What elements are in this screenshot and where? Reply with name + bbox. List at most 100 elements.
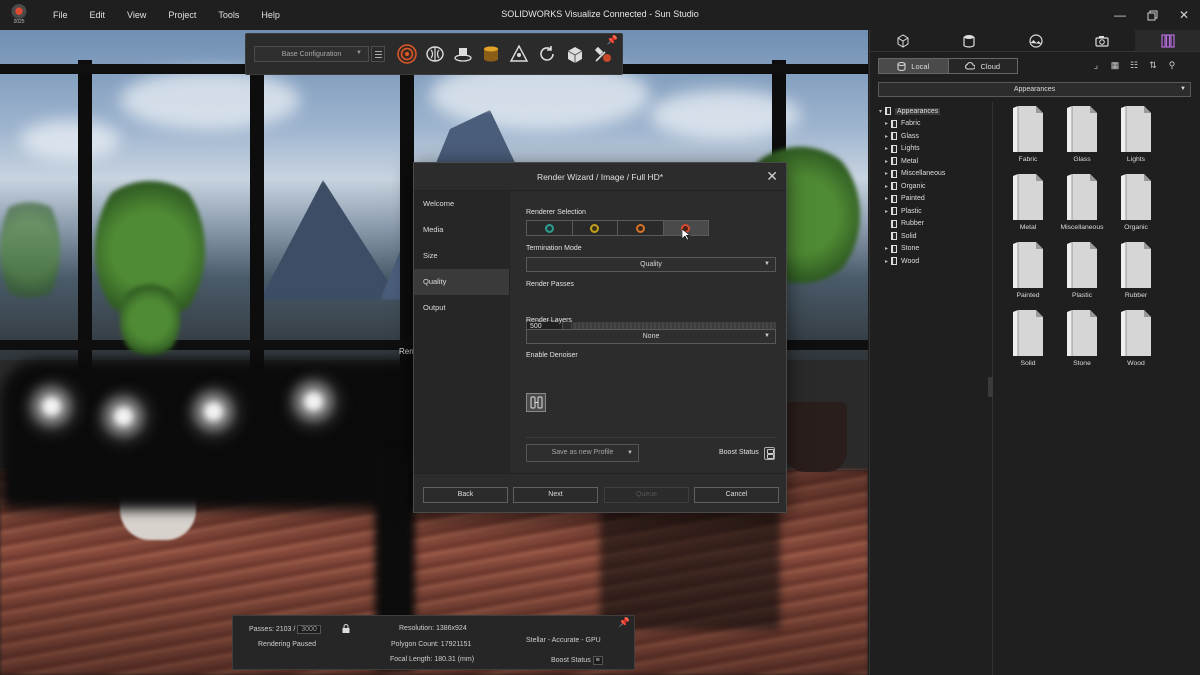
tree-item[interactable]: Rubber [882,218,986,231]
save-profile-button[interactable]: Save as new Profile ▼ [526,444,639,462]
tree-item[interactable]: ▸ Painted [882,193,986,206]
chevron-right-icon[interactable]: ▸ [882,133,891,140]
new-folder-icon[interactable]: ⌟ [1090,59,1102,71]
category-select[interactable]: Appearances ▼ [878,82,1191,97]
tree-item-label: Solid [901,232,917,240]
appearance-thumbnail[interactable]: Rubber [1109,241,1163,299]
appearance-thumbnail[interactable]: Glass [1055,105,1109,163]
chevron-down-icon: ▼ [764,261,770,267]
renderer-fast-button[interactable] [572,221,618,235]
chevron-down-icon: ▼ [356,50,362,56]
appearance-thumbnail[interactable]: Plastic [1055,241,1109,299]
tree-item-appearances[interactable]: ▾ Appearances [876,105,986,118]
tree-item[interactable]: ▸ Miscellaneous [882,168,986,181]
passes-total[interactable]: 3000 [297,625,321,634]
environments-icon[interactable] [1002,30,1068,51]
termination-mode-select[interactable]: Quality ▼ [526,257,776,272]
chevron-down-icon[interactable]: ▾ [876,108,885,115]
local-cloud-toggle: Local Cloud [878,58,1018,74]
chevron-right-icon[interactable]: ▸ [882,145,891,152]
render-target-icon[interactable] [395,42,419,66]
chevron-right-icon[interactable]: ▸ [882,195,891,202]
turntable-icon[interactable] [451,42,475,66]
tree-item[interactable]: ▸ Metal [882,155,986,168]
appearance-thumbnail[interactable]: Painted [1001,241,1055,299]
tree-item[interactable]: ▸ Fabric [882,118,986,131]
queue-button[interactable]: Queue [604,487,689,503]
nav-output[interactable]: Output [414,295,509,321]
cloud-tab[interactable]: Cloud [947,59,1017,73]
chevron-right-icon[interactable]: ▸ [882,208,891,215]
tree-item[interactable]: ▸ Plastic [882,205,986,218]
sort-icon[interactable]: ⇅ [1147,59,1159,71]
cameras-icon[interactable] [1069,30,1135,51]
appearance-thumbnail[interactable]: Organic [1109,173,1163,231]
appearance-thumbnail[interactable]: Lights [1109,105,1163,163]
configuration-select[interactable]: Base Configuration ▼ [254,46,369,62]
nav-quality[interactable]: Quality [414,269,509,295]
libraries-icon[interactable] [1134,30,1200,51]
book-icon [891,244,897,253]
tree-item[interactable]: ▸ Wood [882,255,986,268]
appearances-icon[interactable] [936,30,1002,51]
boost-status-icon[interactable]: ≡ [592,656,603,665]
close-icon[interactable]: ✕ [766,168,778,185]
appearance-thumbnail[interactable]: Solid [1001,309,1055,367]
minimize-icon[interactable]: — [1104,0,1136,30]
chevron-right-icon[interactable]: ▸ [882,245,891,252]
chevron-right-icon[interactable]: ▸ [882,170,891,177]
appearance-thumbnail[interactable]: Wood [1109,309,1163,367]
configuration-menu-button[interactable] [371,46,385,62]
models-icon[interactable] [870,30,936,51]
cube-icon[interactable] [563,42,587,66]
brain-icon[interactable] [423,42,447,66]
boost-status-icon[interactable] [764,447,775,460]
menu-view[interactable]: View [116,10,157,20]
menu-help[interactable]: Help [250,10,291,20]
tree-item[interactable]: ▸ Stone [882,243,986,256]
pin-icon[interactable]: 📌 [607,35,618,46]
tree-item[interactable]: ▸ Glass [882,130,986,143]
close-icon[interactable]: ✕ [1168,0,1200,30]
tree-item[interactable]: ▸ Organic [882,180,986,193]
appearance-thumbnail[interactable]: Metal [1001,173,1055,231]
stack-icon[interactable] [479,42,503,66]
search-icon[interactable]: ⚲ [1166,59,1178,71]
panel-resize-handle[interactable] [988,377,993,397]
appearance-thumbnail[interactable]: Miscellaneous [1055,173,1109,231]
pin-icon[interactable]: 📌 [619,617,630,628]
termination-mode-value: Quality [640,261,662,268]
list-view-icon[interactable]: ☷ [1128,59,1140,71]
chevron-right-icon[interactable]: ▸ [882,120,891,127]
renderer-accurate-button[interactable] [618,221,664,235]
menu-project[interactable]: Project [157,10,207,20]
menu-edit[interactable]: Edit [79,10,117,20]
restore-icon[interactable] [1136,0,1168,30]
appearance-thumbnail[interactable]: Stone [1055,309,1109,367]
folder-book-icon [1121,310,1151,356]
tree-item-label: Glass [901,132,919,140]
thumbnail-view-icon[interactable]: ▦ [1109,59,1121,71]
denoiser-toggle[interactable] [526,393,546,412]
chevron-right-icon[interactable]: ▸ [882,158,891,165]
app-logo[interactable]: 2025 [10,4,28,26]
cancel-button[interactable]: Cancel [694,487,779,503]
lock-icon[interactable] [342,624,350,633]
local-tab[interactable]: Local [879,59,948,73]
nav-media[interactable]: Media [414,217,509,243]
refresh-icon[interactable] [535,42,559,66]
nav-size[interactable]: Size [414,243,509,269]
render-layers-select[interactable]: None ▼ [526,329,776,344]
menu-tools[interactable]: Tools [207,10,250,20]
back-button[interactable]: Back [423,487,508,503]
chevron-right-icon[interactable]: ▸ [882,183,891,190]
nav-welcome[interactable]: Welcome [414,191,509,217]
renderer-preview-button[interactable] [527,221,573,235]
appearance-thumbnail[interactable]: Fabric [1001,105,1055,163]
triangle-node-icon[interactable] [507,42,531,66]
next-button[interactable]: Next [513,487,598,503]
menu-file[interactable]: File [42,10,79,20]
chevron-right-icon[interactable]: ▸ [882,258,891,265]
tree-item[interactable]: ▸ Lights [882,143,986,156]
tree-item[interactable]: Solid [882,230,986,243]
